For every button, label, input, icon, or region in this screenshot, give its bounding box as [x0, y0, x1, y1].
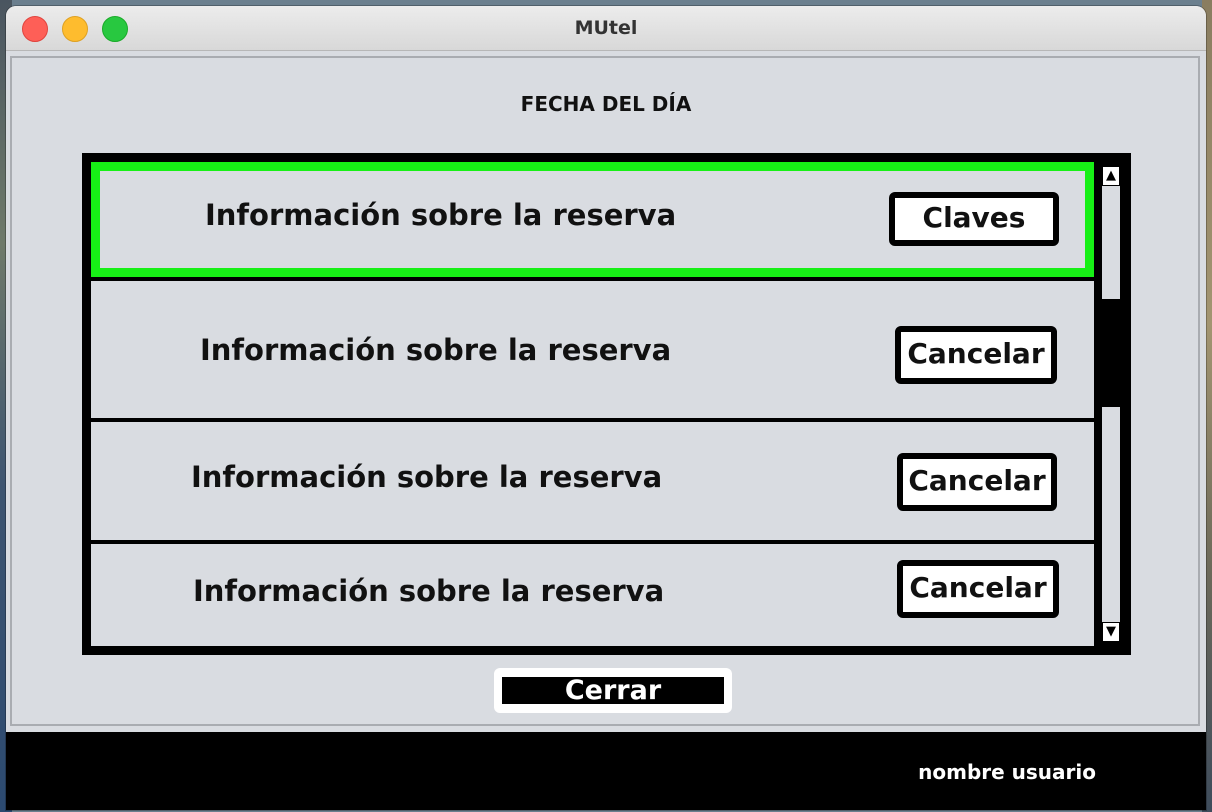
- title-bar: MUtel: [6, 6, 1206, 51]
- reservation-info: Información sobre la reserva: [205, 198, 677, 232]
- reservation-row[interactable]: Información sobre la reserva Cancelar: [91, 422, 1094, 540]
- cancel-button[interactable]: Cancelar: [895, 326, 1057, 384]
- keys-button[interactable]: Claves: [889, 192, 1059, 246]
- window-title: MUtel: [574, 17, 638, 39]
- reservation-info: Información sobre la reserva: [200, 333, 672, 367]
- list-scrollbar[interactable]: ▲ ▼: [1098, 162, 1124, 646]
- reservation-row[interactable]: Información sobre la reserva Cancelar: [91, 544, 1094, 646]
- reservation-info: Información sobre la reserva: [191, 460, 663, 494]
- cancel-button[interactable]: Cancelar: [897, 453, 1057, 511]
- cancel-button[interactable]: Cancelar: [897, 560, 1059, 618]
- scroll-up-arrow-icon[interactable]: ▲: [1102, 166, 1120, 186]
- footer-bar: nombre usuario: [6, 732, 1206, 810]
- reservation-row[interactable]: Información sobre la reserva Cancelar: [91, 281, 1094, 418]
- date-heading: FECHA DEL DÍA: [520, 92, 692, 116]
- scroll-thumb[interactable]: [1102, 299, 1120, 407]
- user-name: nombre usuario: [918, 760, 1096, 784]
- reservation-row-selected[interactable]: Información sobre la reserva Claves: [91, 162, 1094, 277]
- scroll-down-arrow-icon[interactable]: ▼: [1102, 622, 1120, 642]
- reservation-list: Información sobre la reserva Claves Info…: [82, 153, 1131, 655]
- reservation-info: Información sobre la reserva: [193, 574, 665, 608]
- reservation-list-viewport[interactable]: Información sobre la reserva Claves Info…: [91, 162, 1094, 646]
- close-button-label: Cerrar: [502, 677, 724, 704]
- close-button[interactable]: Cerrar: [494, 668, 732, 713]
